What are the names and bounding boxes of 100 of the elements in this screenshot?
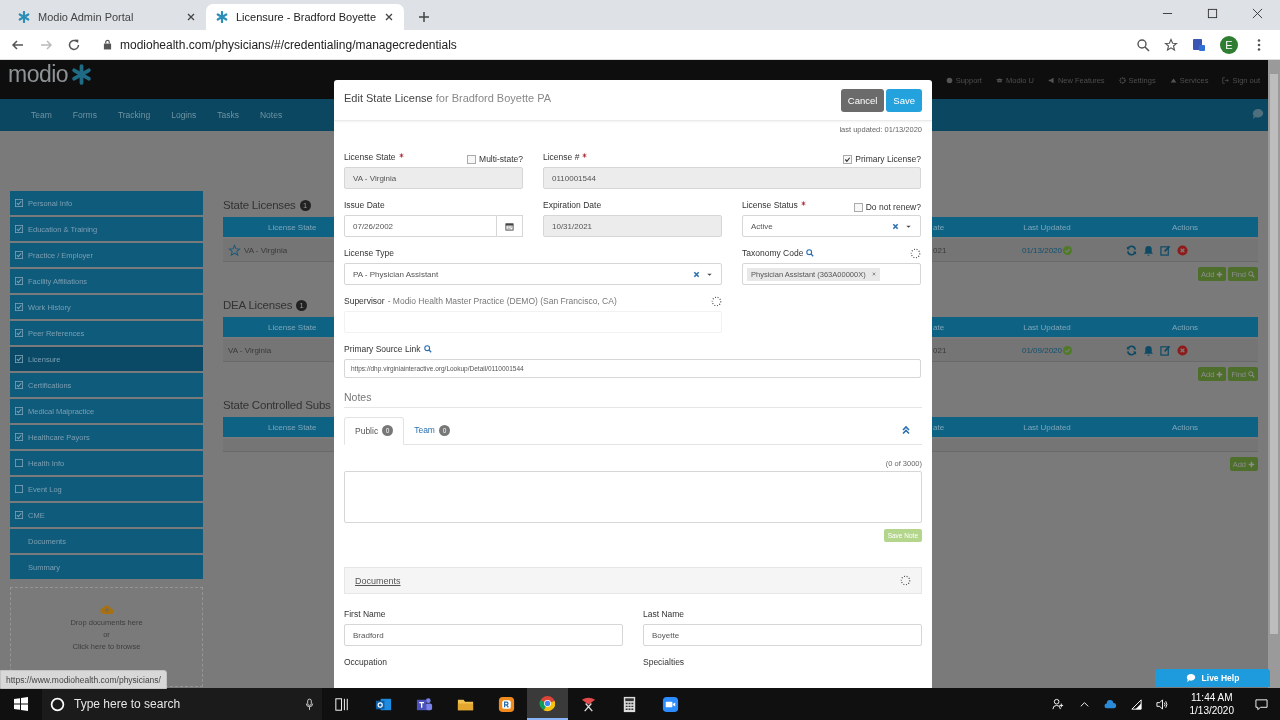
field-label: Expiration Date (543, 200, 602, 210)
field-label: Primary Source Link (344, 344, 421, 354)
nav-link[interactable]: Forms (72, 110, 97, 120)
profile-avatar[interactable]: E (1220, 35, 1238, 54)
notification-icon[interactable] (1255, 697, 1268, 711)
documents-link[interactable]: Documents (355, 575, 401, 586)
microphone-icon[interactable] (305, 697, 314, 711)
section-title: State Licenses (223, 199, 296, 211)
reload-icon[interactable] (67, 37, 81, 52)
column-header: ate (932, 422, 946, 432)
video-camera-icon (661, 694, 680, 714)
column-header: License State (268, 422, 317, 432)
field-label: Issue Date (344, 200, 385, 210)
search-icon (1248, 370, 1255, 378)
live-help-button[interactable]: Live Help (1155, 669, 1270, 687)
logo-text[interactable]: modio (8, 61, 69, 88)
asterisk-icon (216, 11, 228, 23)
field-label: License # (543, 152, 580, 162)
close-icon[interactable] (186, 12, 196, 22)
scrollbar[interactable] (1268, 60, 1280, 688)
dialog-button[interactable]: Cancel (840, 88, 885, 112)
field-label: Supervisor - Modio Health Master Practice (DEMO) (San Francisco, CA) (344, 296, 617, 306)
chat-icon (1185, 673, 1196, 683)
settings-icon (1118, 77, 1126, 84)
section-title: State Controlled Subs (223, 399, 331, 411)
table-cell: 01/13/2020 (1021, 245, 1062, 255)
browser-tab[interactable]: Modio Admin Portal (8, 4, 206, 30)
field-label: License Status (742, 200, 798, 210)
taskbar-button[interactable] (527, 688, 568, 720)
browser-icon (538, 693, 557, 713)
search-icon[interactable] (423, 345, 432, 353)
section-heading: Notes (344, 391, 922, 408)
input-field[interactable]: Boyette (643, 624, 922, 646)
column-header: ate (932, 322, 946, 332)
calendar-button[interactable] (497, 215, 523, 237)
people-icon[interactable] (1051, 697, 1065, 711)
column-header: Actions (1170, 322, 1200, 332)
field-label: Occupation (344, 657, 387, 667)
asterisk-icon (18, 11, 30, 23)
field-label: First Name (344, 609, 386, 619)
back-arrow-icon[interactable] (11, 37, 25, 52)
field-label: License State (344, 152, 396, 162)
cloud-icon[interactable] (1103, 697, 1117, 711)
address-bar[interactable]: modiohealth.com/physicians/#/credentialing/managecredentials (120, 37, 457, 52)
clock[interactable]: 11:44 AM 1/13/2020 (1189, 691, 1234, 717)
column-header: Last Updated (1022, 222, 1072, 232)
column-header: Actions (1170, 222, 1200, 232)
column-header: License State (268, 222, 317, 232)
sign-out-icon (1222, 77, 1230, 84)
column-header: License State (268, 322, 317, 332)
asterisk-icon (71, 64, 93, 85)
star-icon[interactable] (228, 243, 241, 257)
dialog-button[interactable]: Save (886, 88, 922, 112)
extension-icon[interactable] (1192, 37, 1206, 52)
upload-cloud-icon (99, 604, 114, 615)
field-label: Last Name (643, 609, 685, 619)
nav-link[interactable]: Logins (171, 110, 197, 120)
megaphone-icon (1047, 77, 1055, 84)
link-preview-tooltip: https://www.modiohealth.com/physicians/ (0, 670, 167, 689)
search-icon[interactable] (1136, 37, 1150, 52)
plus-icon (1216, 370, 1224, 378)
graduation-cap-icon (995, 77, 1003, 84)
search-icon (1248, 270, 1255, 278)
column-header: Last Updated (1022, 322, 1072, 332)
clear-icon[interactable] (892, 222, 899, 230)
search-icon (50, 696, 65, 712)
select-field[interactable]: Active (742, 215, 921, 237)
wifi-icon[interactable] (1129, 697, 1143, 711)
select-field[interactable]: PA - Physician Assistant (344, 263, 722, 285)
input-field[interactable]: Bradford (344, 624, 623, 646)
r-app-icon (497, 694, 516, 714)
plus-icon (1216, 270, 1224, 278)
search-icon[interactable] (806, 249, 815, 257)
field-label: License Type (344, 248, 394, 258)
column-header: Actions (1170, 422, 1200, 432)
plus-icon[interactable] (418, 11, 430, 23)
lock-icon (103, 39, 112, 50)
dialog-title: Edit State License for Bradford Boyette PA (344, 92, 552, 104)
search-field[interactable]: Type here to search (42, 688, 322, 720)
field-label: Taxonomy Code (742, 248, 804, 258)
column-header: ate (932, 222, 946, 232)
triangle-icon (1169, 77, 1177, 84)
checkbox[interactable] (853, 202, 863, 212)
browser-tab[interactable]: Licensure - Bradford Boyette (206, 4, 404, 30)
plus-icon (1248, 460, 1255, 468)
clear-icon[interactable] (693, 270, 700, 278)
close-icon[interactable] (384, 12, 394, 22)
nav-link[interactable]: Notes (259, 110, 283, 120)
nav-link[interactable]: Tracking (117, 110, 151, 120)
checkbox-label[interactable]: Do not renew? (865, 202, 921, 212)
date-field[interactable]: 07/26/2002 (344, 215, 497, 237)
star-icon[interactable] (1164, 37, 1178, 52)
column-header: Last Updated (1022, 422, 1072, 432)
help-icon (945, 77, 953, 84)
nav-link[interactable]: Team (31, 110, 52, 120)
volume-icon[interactable] (1155, 697, 1169, 711)
collapse-icon[interactable] (901, 425, 911, 435)
table-cell: 01/09/2020 (1021, 345, 1062, 355)
nav-link[interactable]: Tasks (217, 110, 239, 120)
section-title: DEA Licenses (223, 299, 293, 311)
